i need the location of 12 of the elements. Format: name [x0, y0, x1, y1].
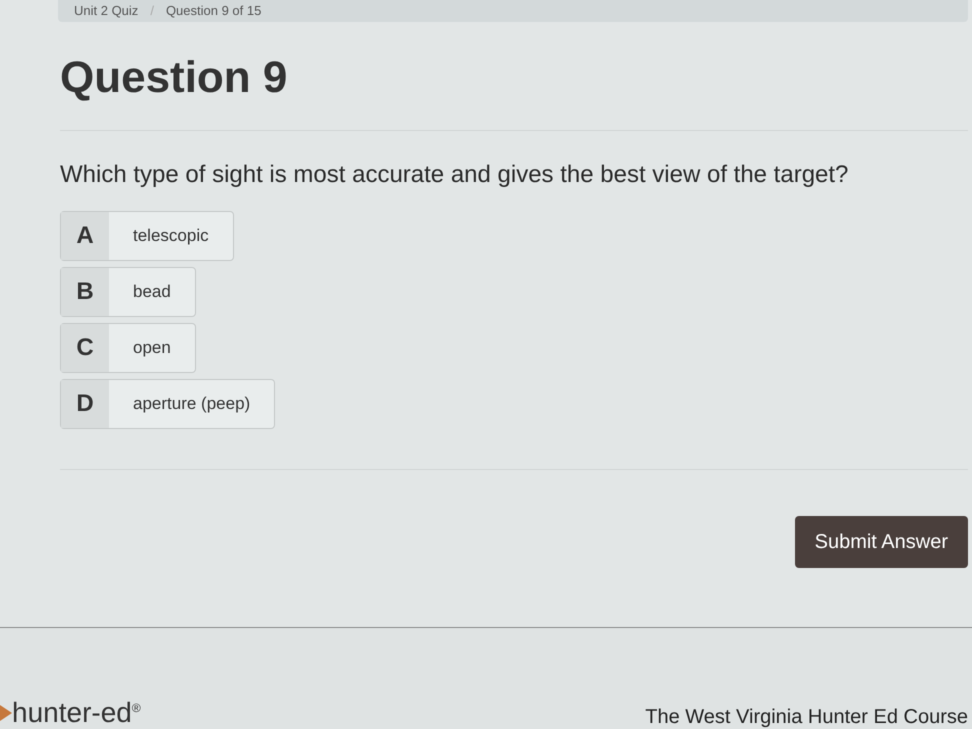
breadcrumb-current: Question 9 of 15	[166, 2, 262, 20]
question-title: Question 9	[60, 56, 288, 100]
breadcrumb-separator: /	[150, 2, 154, 20]
answer-option[interactable]: A telescopic	[60, 211, 234, 261]
course-title: The West Virginia Hunter Ed Course	[645, 707, 968, 727]
answer-option[interactable]: D aperture (peep)	[60, 379, 276, 429]
question-text: Which type of sight is most accurate and gives the best view of the target?	[60, 160, 850, 190]
hunter-ed-logo[interactable]: hunter-ed®	[0, 699, 141, 727]
breadcrumb-link[interactable]: Unit 2 Quiz	[74, 1, 138, 21]
answer-option[interactable]: B bead	[60, 267, 196, 317]
submit-button[interactable]: Submit Answer	[794, 516, 968, 568]
answer-option[interactable]: C open	[60, 323, 196, 373]
